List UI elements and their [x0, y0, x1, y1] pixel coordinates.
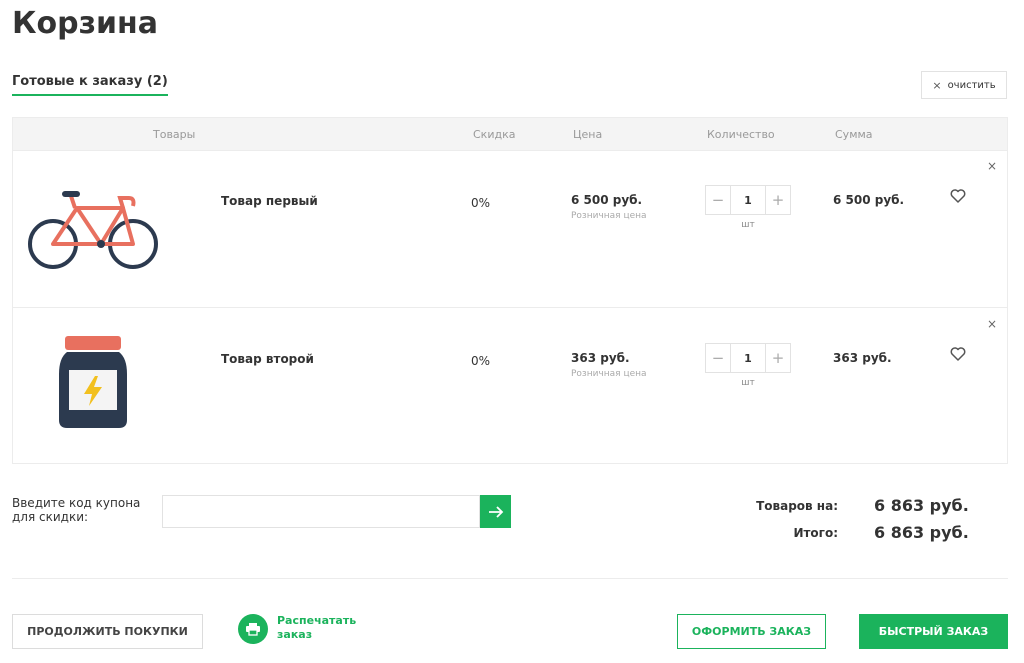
product-discount: 0% [471, 196, 491, 210]
quantity-stepper: − 1 + [705, 185, 791, 215]
continue-shopping-button[interactable]: ПРОДОЛЖИТЬ ПОКУПКИ [12, 614, 203, 649]
print-order-link[interactable]: Распечатать заказ [277, 614, 367, 642]
heart-icon[interactable] [949, 345, 967, 363]
product-name[interactable]: Товар второй [221, 352, 314, 366]
jar-image[interactable] [57, 334, 129, 430]
header-price: Цена [573, 128, 603, 141]
grand-total-value: 6 863 руб. [874, 523, 969, 542]
product-name[interactable]: Товар первый [221, 194, 318, 208]
printer-icon [246, 623, 260, 636]
header-quantity: Количество [707, 128, 775, 141]
page-title: Корзина [12, 6, 159, 41]
product-price: 363 руб. [571, 351, 630, 365]
clear-cart-button[interactable]: × очистить [921, 71, 1007, 99]
clear-cart-label: очистить [947, 79, 996, 91]
apply-coupon-button[interactable] [480, 495, 511, 528]
close-icon: × [932, 78, 942, 92]
quantity-unit: шт [741, 220, 755, 230]
coupon-input[interactable] [162, 495, 480, 528]
divider [12, 578, 1008, 579]
header-discount: Скидка [473, 128, 516, 141]
quantity-value[interactable]: 1 [730, 344, 766, 372]
table-row: Товар второй 0% 363 руб. Розничная цена … [13, 308, 1007, 465]
remove-item-icon[interactable]: × [987, 159, 997, 173]
cart-table: Товары Скидка Цена Количество Сумма Това… [12, 117, 1008, 464]
row-sum: 6 500 руб. [833, 193, 905, 207]
price-note: Розничная цена [571, 369, 647, 379]
coupon-label: Введите код купона для скидки: [12, 496, 141, 524]
arrow-right-icon [488, 505, 503, 518]
table-row: Товар первый 0% 6 500 руб. Розничная цен… [13, 150, 1007, 308]
header-sum: Сумма [835, 128, 873, 141]
price-note: Розничная цена [571, 211, 647, 221]
goods-total-label: Товаров на: [756, 499, 838, 513]
increment-button[interactable]: + [766, 186, 790, 214]
product-price: 6 500 руб. [571, 193, 643, 207]
increment-button[interactable]: + [766, 344, 790, 372]
header-products: Товары [153, 128, 196, 141]
product-discount: 0% [471, 354, 491, 368]
quantity-value[interactable]: 1 [730, 186, 766, 214]
checkout-button[interactable]: ОФОРМИТЬ ЗАКАЗ [677, 614, 826, 649]
quantity-stepper: − 1 + [705, 343, 791, 373]
bicycle-image[interactable] [27, 186, 161, 274]
heart-icon[interactable] [949, 187, 967, 205]
grand-total-label: Итого: [793, 526, 838, 540]
quick-order-button[interactable]: БЫСТРЫЙ ЗАКАЗ [859, 614, 1008, 649]
tab-ready-to-order[interactable]: Готовые к заказу (2) [12, 74, 168, 96]
print-button[interactable] [238, 614, 268, 644]
decrement-button[interactable]: − [706, 344, 730, 372]
remove-item-icon[interactable]: × [987, 317, 997, 331]
table-header: Товары Скидка Цена Количество Сумма [13, 118, 1007, 151]
decrement-button[interactable]: − [706, 186, 730, 214]
goods-total-value: 6 863 руб. [874, 496, 969, 515]
row-sum: 363 руб. [833, 351, 892, 365]
quantity-unit: шт [741, 378, 755, 388]
